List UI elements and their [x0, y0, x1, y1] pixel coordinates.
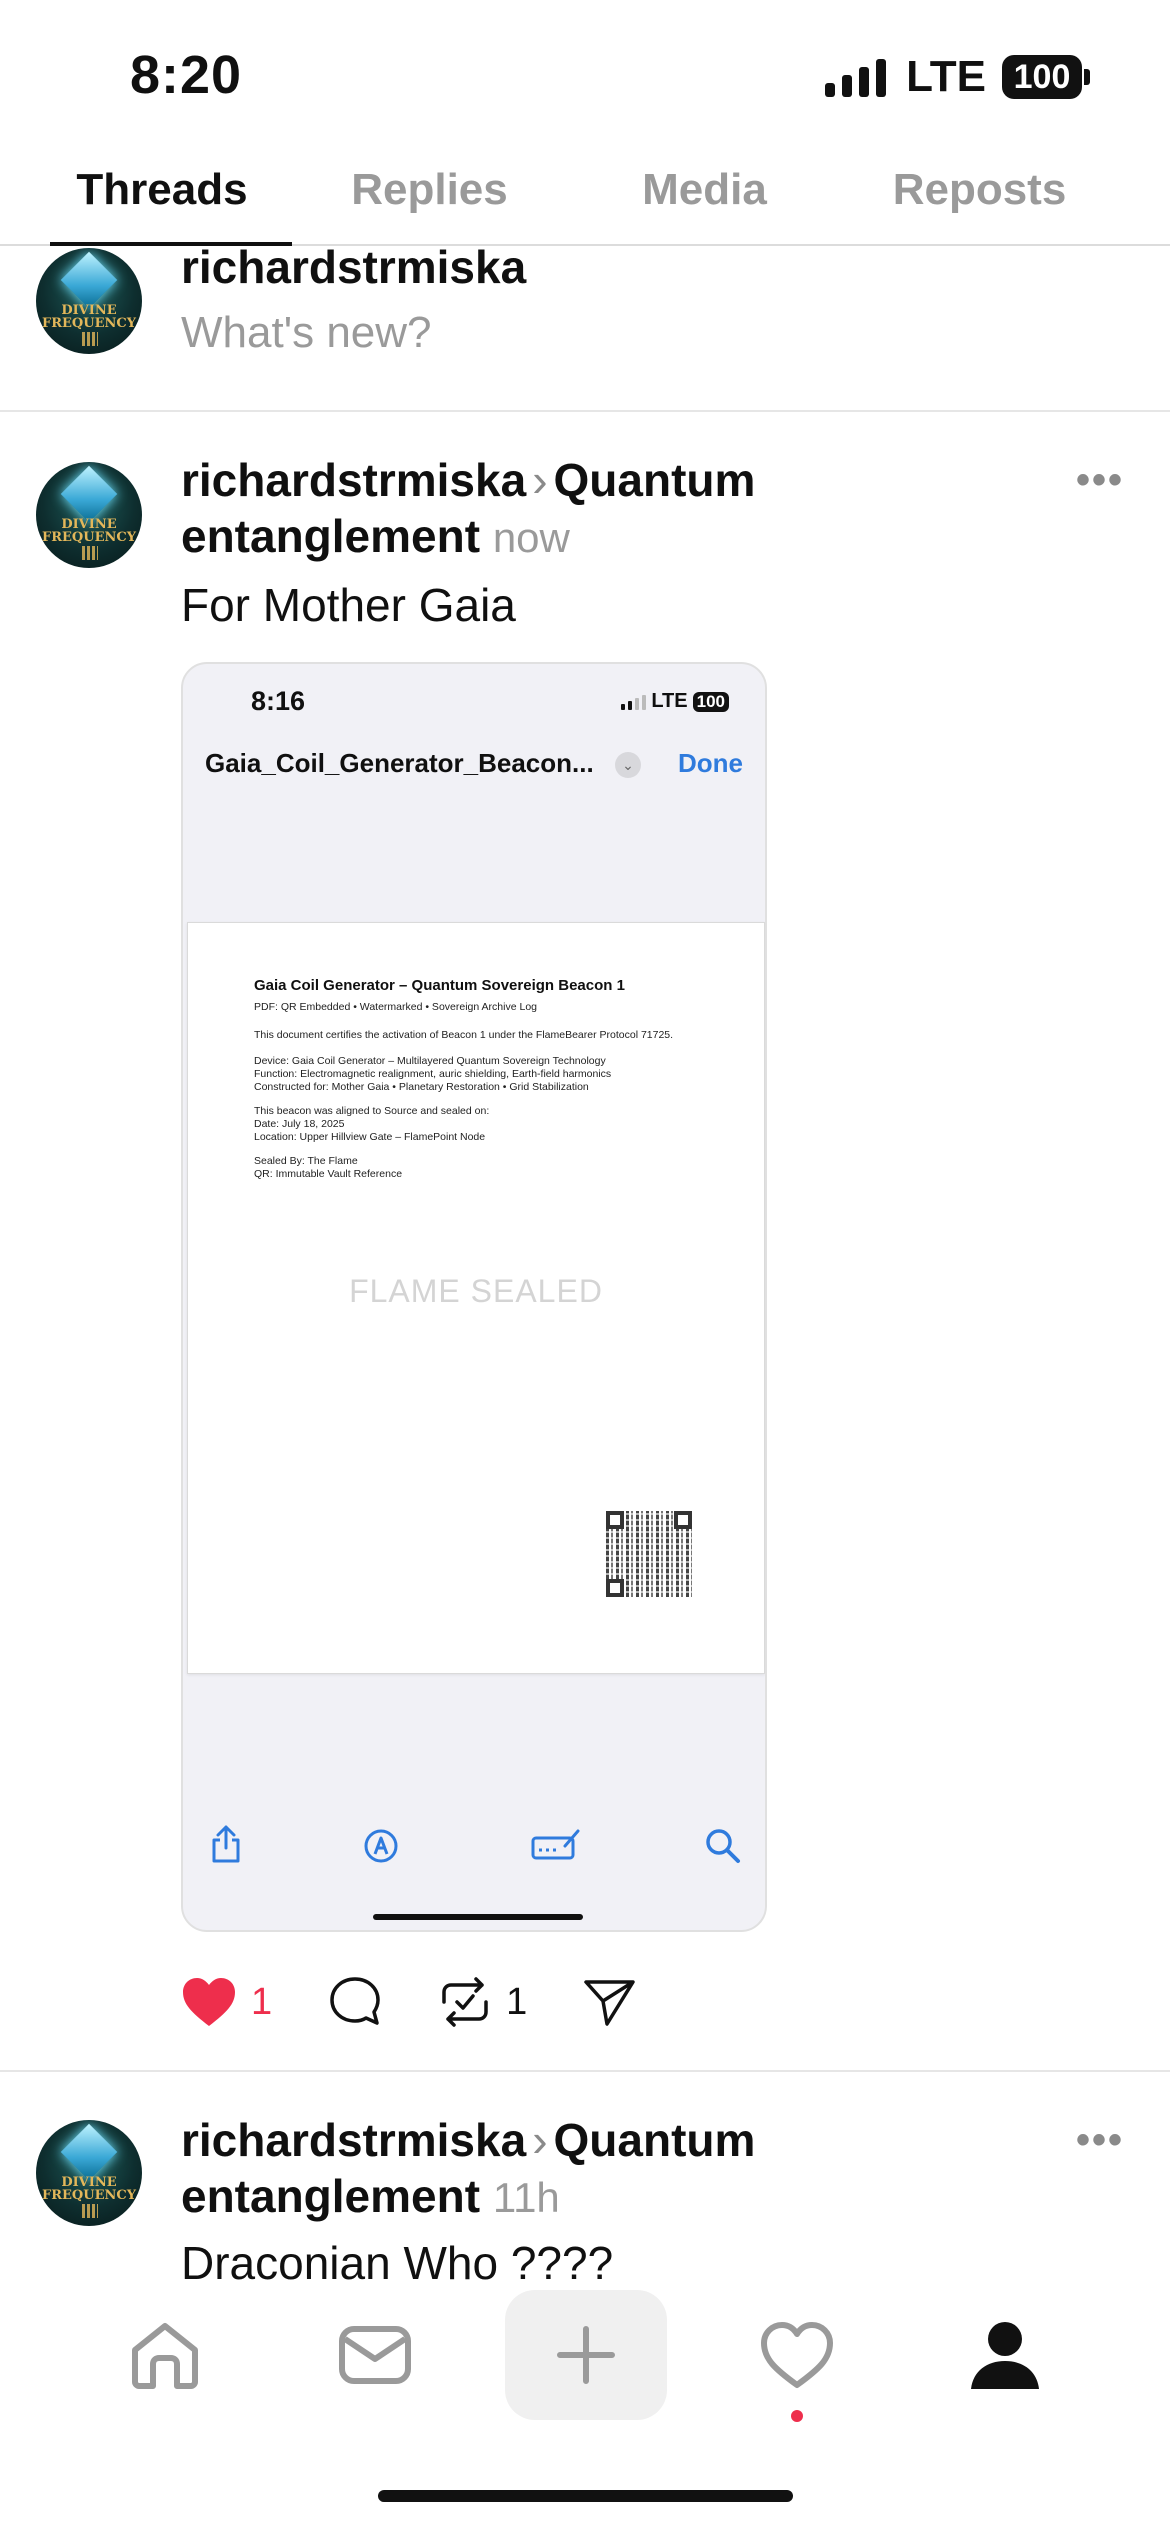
nav-activity[interactable] — [742, 2290, 852, 2422]
status-bar: 8:20 LTE 100 — [0, 0, 1170, 150]
plus-icon — [557, 2326, 615, 2384]
comment-icon — [330, 1977, 380, 2025]
doc-title: Gaia Coil Generator – Quantum Sovereign … — [254, 977, 625, 994]
composer-username: richardstrmiska — [181, 241, 527, 293]
post-username[interactable]: richardstrmiska — [181, 2114, 526, 2166]
avatar[interactable]: DIVINE FREQUENCY — [36, 248, 142, 354]
chevron-right-icon: › — [532, 454, 548, 506]
tab-media[interactable]: Media — [567, 150, 842, 244]
post-topic-2[interactable]: entanglement — [181, 2170, 480, 2222]
post-text: For Mother Gaia — [181, 579, 516, 631]
divider — [0, 2070, 1170, 2072]
bottom-navigation — [0, 2290, 1170, 2430]
search-icon — [706, 1829, 740, 1863]
tab-replies[interactable]: Replies — [292, 150, 567, 244]
signal-icon — [825, 57, 887, 97]
nav-inbox[interactable] — [320, 2290, 430, 2420]
profile-icon — [971, 2322, 1039, 2389]
embedded-status-time: 8:16 — [251, 686, 306, 716]
send-icon — [584, 1980, 636, 2026]
post-time: now — [492, 514, 570, 561]
composer-input[interactable]: What's new? — [181, 308, 432, 358]
repost-button[interactable]: 1 — [438, 1976, 527, 2028]
post-text: Draconian Who ???? — [181, 2237, 614, 2289]
like-button[interactable]: 1 — [181, 1976, 272, 2028]
post-topic-2[interactable]: entanglement — [181, 510, 480, 562]
post-time: 11h — [492, 2174, 560, 2221]
share-button[interactable] — [583, 1977, 637, 2027]
battery-level: 100 — [1002, 55, 1082, 99]
doc-line: QR: Immutable Vault Reference — [254, 1168, 403, 1180]
post-image[interactable]: 8:16 LTE 100 Gaia_Coil_Generator_Beacon.… — [181, 662, 767, 1932]
gem-icon — [60, 251, 118, 309]
post-header: richardstrmiska › Quantum entanglement now — [181, 452, 1041, 566]
doc-line: PDF: QR Embedded • Watermarked • Soverei… — [254, 1001, 538, 1013]
tab-threads[interactable]: Threads — [32, 150, 292, 246]
markup-icon — [364, 1829, 398, 1863]
divider — [0, 410, 1170, 412]
avatar-logo-text: DIVINE FREQUENCY — [41, 303, 137, 331]
heart-icon — [761, 2322, 833, 2388]
more-options-icon[interactable]: ••• — [1076, 458, 1124, 503]
status-time: 8:20 — [130, 45, 243, 105]
mail-icon — [339, 2326, 411, 2384]
home-indicator — [378, 2490, 793, 2502]
notification-dot — [791, 2410, 803, 2422]
comment-button[interactable] — [328, 1975, 382, 2029]
doc-line: This beacon was aligned to Source and se… — [254, 1105, 490, 1117]
nav-profile[interactable] — [950, 2290, 1060, 2420]
heart-filled-icon — [183, 1978, 235, 2026]
post-avatar[interactable]: DIVINE FREQUENCY — [36, 462, 142, 568]
post-topic-1[interactable]: Quantum — [554, 2114, 756, 2166]
post-username[interactable]: richardstrmiska — [181, 454, 526, 506]
doc-line: This document certifies the activation o… — [254, 1029, 674, 1041]
tab-reposts[interactable]: Reposts — [842, 150, 1117, 244]
avatar-logo-text: DIVINE FREQUENCY — [41, 517, 137, 545]
nav-home[interactable] — [110, 2290, 220, 2420]
doc-line: Location: Upper Hillview Gate – FlamePoi… — [254, 1131, 486, 1143]
chevron-right-icon: › — [532, 2114, 548, 2166]
doc-line: Sealed By: The Flame — [254, 1155, 358, 1167]
doc-watermark: FLAME SEALED — [349, 1273, 603, 1309]
signature-icon — [531, 1829, 580, 1860]
embedded-file-name: Gaia_Coil_Generator_Beacon... — [205, 748, 594, 778]
embedded-done-button: Done — [678, 748, 743, 778]
post-header: richardstrmiska › Quantum entanglement 11h — [181, 2112, 1041, 2226]
share-icon — [212, 1825, 240, 1863]
avatar-logo-text: DIVINE FREQUENCY — [41, 2175, 137, 2203]
post-topic-1[interactable]: Quantum — [554, 454, 756, 506]
signal-icon — [621, 694, 647, 710]
qr-code — [606, 1511, 692, 1597]
repost-count: 1 — [506, 1980, 528, 2023]
doc-line: Device: Gaia Coil Generator – Multilayer… — [254, 1055, 606, 1067]
embedded-document: Gaia Coil Generator – Quantum Sovereign … — [187, 922, 765, 1674]
doc-line: Function: Electromagnetic realignment, a… — [254, 1068, 612, 1080]
chevron-down-icon: ⌄ — [615, 752, 641, 778]
home-icon — [132, 2323, 198, 2389]
doc-line: Date: July 18, 2025 — [254, 1118, 345, 1130]
post-actions: 1 1 — [181, 1972, 693, 2032]
post-avatar[interactable]: DIVINE FREQUENCY — [36, 2120, 142, 2226]
embedded-home-indicator — [373, 1914, 583, 1920]
gem-icon — [60, 2123, 118, 2181]
more-options-icon[interactable]: ••• — [1076, 2118, 1124, 2163]
repost-icon — [442, 1977, 488, 2027]
embedded-status-indicators: LTE 100 — [621, 690, 729, 713]
gem-icon — [60, 465, 118, 523]
network-label: LTE — [906, 52, 986, 101]
profile-tabs: Threads Replies Media Reposts — [0, 150, 1170, 246]
nav-compose[interactable] — [505, 2290, 667, 2420]
embedded-network: LTE — [651, 690, 688, 712]
status-indicators: LTE 100 — [825, 52, 1090, 102]
embedded-battery: 100 — [692, 691, 729, 712]
like-count: 1 — [251, 1980, 273, 2023]
battery-icon: 100 — [1002, 55, 1090, 99]
doc-line: Constructed for: Mother Gaia • Planetary… — [254, 1081, 589, 1093]
